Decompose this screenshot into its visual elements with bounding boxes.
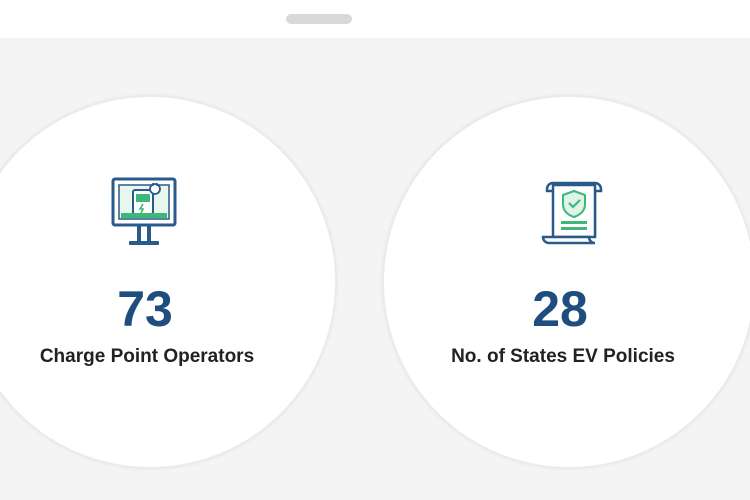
policy-document-icon — [541, 181, 603, 245]
stat-value: 28 — [532, 281, 588, 337]
stats-panel: 73 Charge Point Operators 28 No. of Stat… — [0, 0, 750, 500]
stat-card-charge-point-operators: 73 Charge Point Operators — [0, 96, 336, 468]
sheet-header — [0, 0, 750, 38]
stat-card-state-ev-policies: 28 No. of States EV Policies — [383, 96, 750, 468]
drag-handle[interactable] — [286, 14, 352, 24]
stat-label: No. of States EV Policies — [451, 346, 675, 367]
stat-label: Charge Point Operators — [39, 346, 255, 367]
stat-value: 73 — [117, 281, 173, 337]
charging-station-icon — [111, 177, 177, 245]
